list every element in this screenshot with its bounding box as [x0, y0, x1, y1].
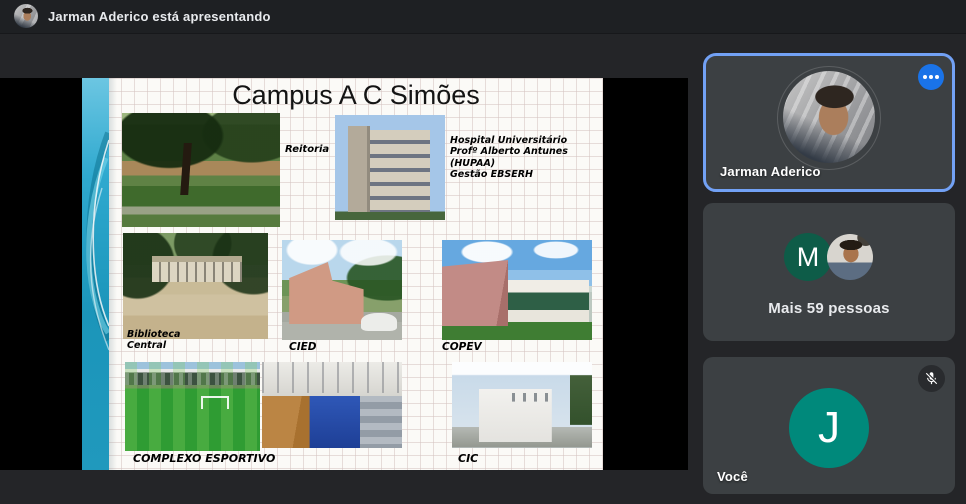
overflow-photo-avatar	[827, 234, 873, 280]
photo-football-field	[125, 362, 260, 451]
label-copev: COPEV	[442, 341, 482, 354]
photo-cic	[452, 362, 592, 448]
more-options-button[interactable]	[918, 64, 944, 90]
self-avatar: J	[789, 388, 869, 468]
photo-cied	[282, 240, 402, 340]
self-name: Você	[717, 469, 748, 484]
mic-off-icon	[918, 365, 945, 392]
label-cied: CIED	[289, 341, 317, 354]
photo-copev	[442, 240, 592, 340]
overflow-letter-avatar: M	[784, 233, 832, 281]
shared-screen: Campus A C Simões Reitoria Hospital Univ…	[0, 78, 688, 470]
top-bar: Jarman Aderico está apresentando	[0, 0, 966, 34]
label-complexo-esportivo: COMPLEXO ESPORTIVO	[133, 452, 275, 465]
slide-accent-band	[82, 78, 109, 470]
participant-tile-presenter[interactable]: Jarman Aderico	[703, 53, 955, 192]
more-people-label: Mais 59 pessoas	[703, 300, 955, 317]
presenter-camera-avatar	[783, 71, 875, 163]
participant-tile-self[interactable]: J Você	[703, 357, 955, 494]
more-options-icon	[923, 75, 939, 79]
meet-window: Jarman Aderico está apresentando	[0, 0, 966, 504]
photo-biblioteca-central	[123, 233, 268, 339]
photo-hospital	[335, 115, 445, 220]
label-hospital: Hospital Universitário Profº Alberto Ant…	[450, 135, 603, 181]
accent-swirl-graphic	[82, 78, 109, 470]
participant-tile-overflow[interactable]: M Mais 59 pessoas	[703, 203, 955, 341]
photo-gymnasium	[262, 362, 402, 448]
label-biblioteca-central: Biblioteca Central	[127, 329, 180, 352]
slide: Campus A C Simões Reitoria Hospital Univ…	[82, 78, 603, 470]
presenting-status: Jarman Aderico está apresentando	[48, 0, 271, 33]
label-cic: CIC	[458, 452, 478, 465]
presenter-avatar	[14, 4, 38, 28]
label-reitoria: Reitoria	[285, 144, 329, 156]
slide-title: Campus A C Simões	[109, 80, 603, 111]
participant-name: Jarman Aderico	[720, 164, 821, 179]
photo-reitoria	[122, 113, 280, 227]
